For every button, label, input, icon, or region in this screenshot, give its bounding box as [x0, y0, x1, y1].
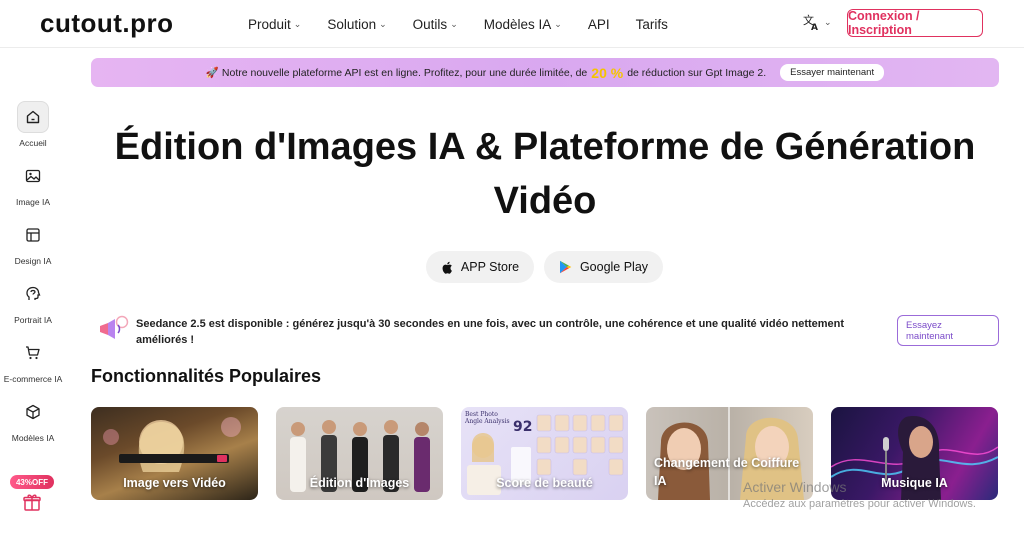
sidebar-item-label: E-commerce IA — [3, 374, 63, 384]
title-line-2: Vidéo — [493, 180, 597, 222]
portrait-icon — [17, 278, 49, 310]
nav-label: Solution — [327, 16, 377, 32]
google-play-icon — [559, 260, 572, 274]
google-play-button[interactable]: Google Play — [544, 251, 663, 283]
feature-card-beauty-score[interactable]: Best Photo Angle Analysis 92 Score de be… — [461, 407, 628, 500]
google-play-label: Google Play — [579, 260, 649, 274]
nav-label: Outils — [412, 16, 448, 32]
banner-percent: 20 % — [591, 64, 624, 81]
chevron-down-icon: ⌄ — [450, 18, 458, 29]
top-navigation-bar: cutout.pro Produit ⌄ Solution ⌄ Outils ⌄ Mo… — [0, 0, 1024, 48]
language-selector[interactable]: 文A ⌄ — [802, 13, 832, 31]
site-logo[interactable]: cutout.pro — [40, 8, 174, 39]
sidebar-item-portrait-ia[interactable]: Portrait IA — [0, 278, 66, 325]
nav-label: Produit — [248, 16, 291, 32]
svg-text:Angle Analysis: Angle Analysis — [464, 418, 510, 425]
sidebar-item-label: Modèles IA — [11, 433, 55, 443]
windows-activation-subtitle: Accédez aux paramètres pour activer Wind… — [743, 498, 976, 510]
svg-text:A: A — [811, 23, 818, 31]
try-seedance-button[interactable]: Essayez maintenant — [897, 315, 999, 346]
megaphone-icon — [98, 315, 130, 346]
sidebar-item-label: Accueil — [19, 138, 47, 148]
card-label: Musique IA — [881, 476, 948, 490]
button-line-2: maintenant — [906, 331, 954, 342]
section-title: Fonctionnalités Populaires — [91, 366, 322, 386]
layout-icon — [17, 219, 49, 251]
nav-label: Tarifs — [635, 16, 668, 32]
main-nav: Produit ⌄ Solution ⌄ Outils ⌄ Modèles IA ⌄ A… — [248, 0, 668, 48]
discount-badge[interactable]: 43%OFF — [10, 475, 54, 489]
login-signup-button[interactable]: Connexion / Inscription — [847, 9, 983, 37]
gift-icon[interactable] — [22, 492, 42, 517]
feature-card-image-to-video[interactable]: Image vers Vidéo — [91, 407, 258, 500]
image-icon — [17, 160, 49, 192]
promo-banner: 🚀 Notre nouvelle plateforme API est en l… — [91, 58, 999, 87]
home-icon — [17, 101, 49, 133]
translate-icon: 文A — [803, 13, 818, 31]
card-label: Édition d'Images — [309, 476, 410, 490]
sidebar-item-modeles-ia[interactable]: Modèles IA — [0, 396, 66, 443]
feature-card-ai-music[interactable]: Musique IA — [831, 407, 998, 500]
nav-item-produit[interactable]: Produit ⌄ — [248, 17, 301, 32]
app-store-label: APP Store — [460, 260, 520, 274]
score-value: 92 — [513, 419, 532, 435]
windows-activation-title: Activer Windows — [743, 479, 847, 495]
svg-text:Best Photo: Best Photo — [465, 411, 498, 418]
nav-item-modeles-ia[interactable]: Modèles IA ⌄ — [484, 17, 562, 32]
nav-item-outils[interactable]: Outils ⌄ — [413, 17, 458, 32]
chevron-down-icon: ⌄ — [554, 18, 562, 29]
banner-text: 🚀 Notre nouvelle plateforme API est en l… — [205, 67, 588, 79]
nav-label: API — [587, 16, 610, 32]
button-line-1: Essayez — [906, 320, 942, 331]
sidebar-item-label: Portrait IA — [14, 315, 52, 325]
nav-item-tarifs[interactable]: Tarifs — [636, 17, 668, 32]
page-title: Édition d'Images IA & Plateforme de Géné… — [91, 120, 999, 228]
try-now-button[interactable]: Essayer maintenant — [780, 64, 885, 81]
card-label: Image vers Vidéo — [123, 476, 226, 490]
cart-icon — [17, 337, 49, 369]
sidebar-item-ecommerce-ia[interactable]: E-commerce IA — [0, 337, 66, 384]
announcement-text: Seedance 2.5 est disponible : générez ju… — [136, 318, 845, 346]
sidebar-item-design-ia[interactable]: Design IA — [0, 219, 66, 266]
chevron-down-icon: ⌄ — [824, 16, 832, 27]
feature-card-image-editing[interactable]: Édition d'Images — [276, 407, 443, 500]
nav-item-solution[interactable]: Solution ⌄ — [327, 17, 386, 32]
sidebar-item-label: Design IA — [14, 256, 52, 266]
sidebar: Accueil Image IA Design IA Portrait IA E… — [0, 48, 66, 536]
card-label: Score de beauté — [496, 476, 593, 490]
sidebar-item-label: Image IA — [15, 197, 51, 207]
banner-text-after: de réduction sur Gpt Image 2. — [627, 66, 767, 79]
apple-icon — [442, 261, 452, 274]
nav-item-api[interactable]: API — [588, 17, 610, 32]
chevron-down-icon: ⌄ — [379, 18, 387, 29]
cube-icon — [17, 396, 49, 428]
sidebar-item-image-ia[interactable]: Image IA — [0, 160, 66, 207]
sidebar-item-accueil[interactable]: Accueil — [0, 101, 66, 148]
title-line-1: Édition d'Images IA & Plateforme de Géné… — [114, 126, 976, 168]
app-store-button[interactable]: APP Store — [426, 251, 534, 283]
chevron-down-icon: ⌄ — [293, 18, 302, 29]
nav-label: Modèles IA — [483, 16, 552, 32]
